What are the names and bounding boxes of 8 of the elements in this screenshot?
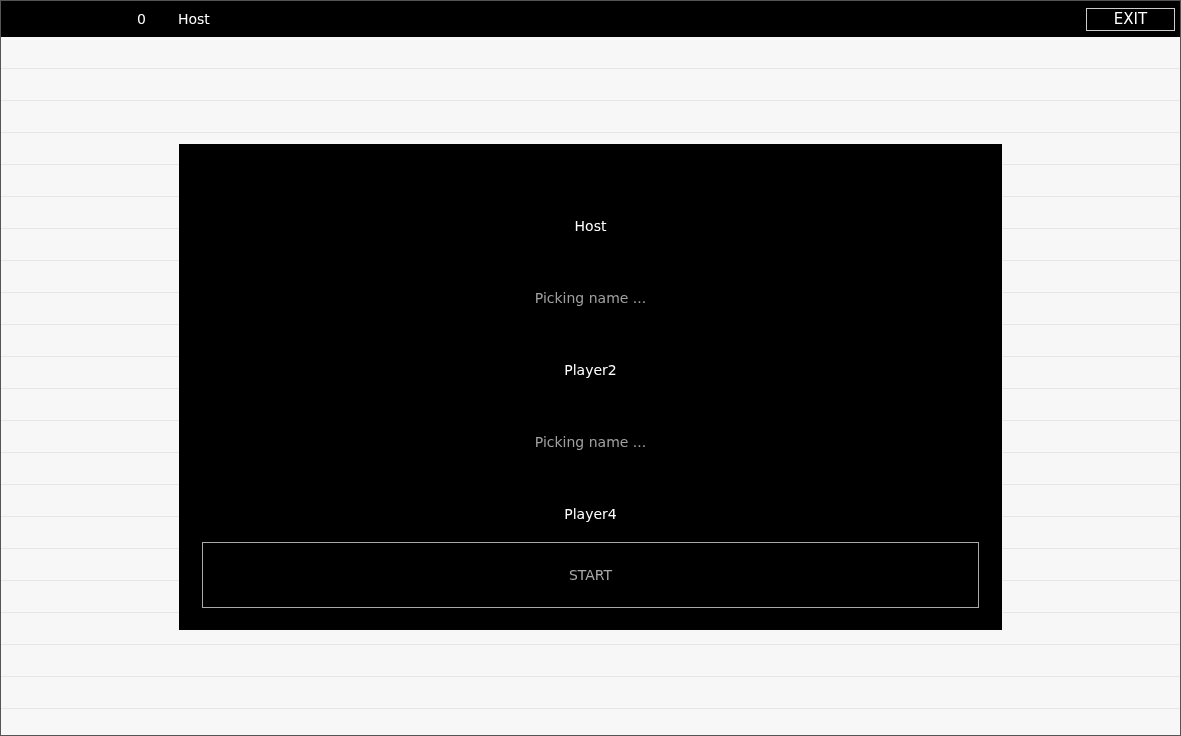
player-name: Host <box>177 11 210 27</box>
player-name: Player2 <box>564 362 617 378</box>
exit-button[interactable]: EXIT <box>1086 7 1175 31</box>
player-name: Picking name ... <box>534 434 647 450</box>
player-name: Player4 <box>564 506 617 522</box>
player-name: Picking name ... <box>534 290 647 306</box>
player-name: Host <box>574 218 607 234</box>
score-text: 0 <box>137 11 146 27</box>
